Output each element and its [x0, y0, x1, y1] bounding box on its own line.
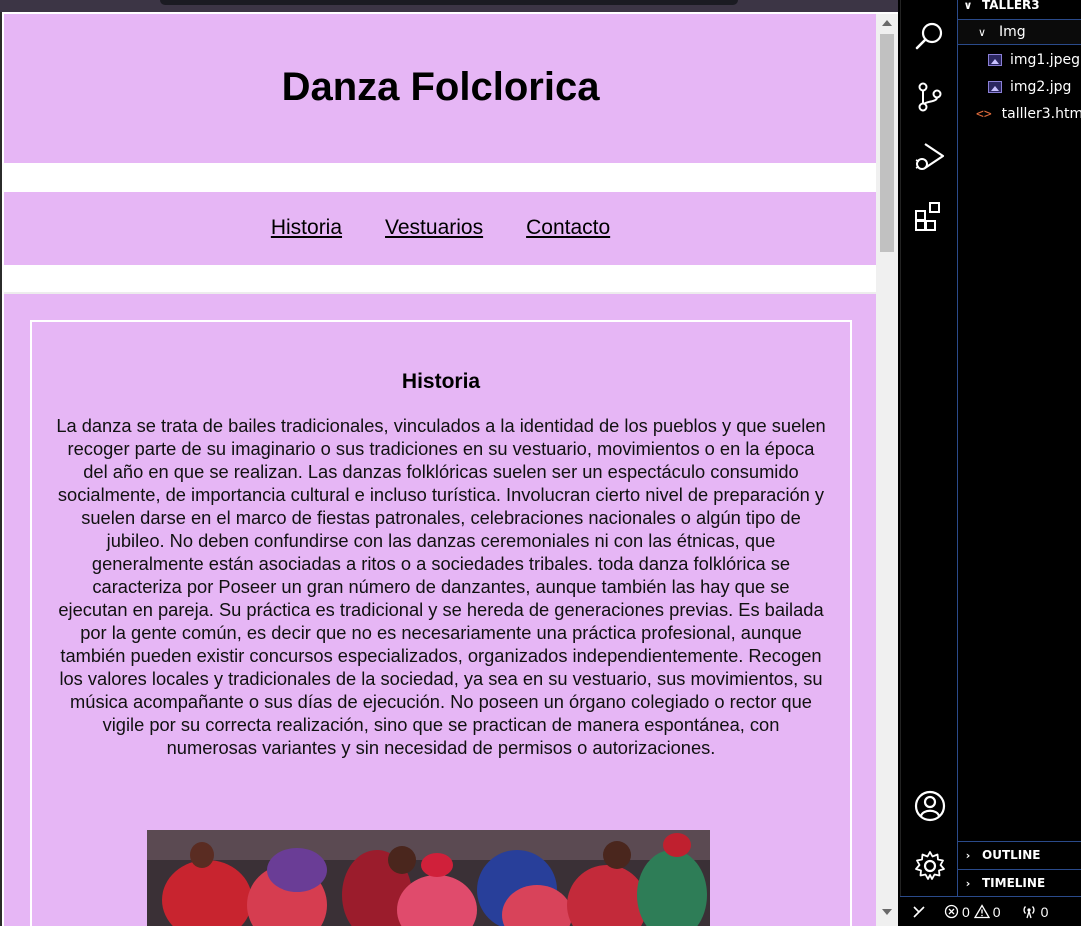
broadcast-icon [1023, 906, 1035, 919]
scroll-up-arrow-icon[interactable] [882, 20, 892, 26]
preview-scrollbar[interactable] [876, 14, 898, 926]
timeline-label: TIMELINE [982, 876, 1046, 890]
problems-indicator[interactable]: 0 0 [944, 904, 1001, 920]
remote-icon[interactable] [912, 905, 926, 919]
ports-count: 0 [1040, 903, 1049, 920]
settings-gear-icon[interactable] [913, 849, 947, 883]
explorer-sidebar: ∨ TALLER3 ∨ Img img1.jpeg img2.jpg <> ta… [958, 0, 1081, 896]
file-label: img1.jpeg [1010, 52, 1081, 68]
warning-icon [973, 904, 990, 919]
page-header: Danza Folclorica [4, 14, 877, 163]
dance-photo [147, 830, 710, 926]
title-bar-shape [160, 0, 738, 5]
section-title: Historia [401, 370, 481, 393]
nav-link-historia[interactable]: Historia [271, 216, 342, 240]
chevron-right-icon: › [965, 848, 971, 862]
error-count: 0 [962, 903, 970, 920]
ports-indicator[interactable]: 0 [1021, 903, 1049, 920]
section-paragraph: La danza se trata de bailes tradicionale… [56, 415, 826, 758]
file-label: img2.jpg [1010, 79, 1072, 95]
page-title: Danza Folclorica [281, 65, 600, 109]
file-img1[interactable]: img1.jpeg [958, 47, 1081, 73]
html-file-icon: <> [976, 106, 992, 122]
explorer-root-label: TALLER3 [982, 0, 1040, 12]
folder-label: Img [999, 24, 1026, 40]
chevron-down-icon: ∨ [963, 0, 973, 12]
nav-link-vestuarios[interactable]: Vestuarios [385, 216, 483, 240]
status-bar: 0 0 0 [900, 896, 1081, 926]
image-file-icon [988, 81, 1002, 93]
image-file-icon [988, 54, 1002, 66]
account-icon[interactable] [913, 789, 947, 823]
activity-bar [900, 0, 957, 896]
scroll-thumb[interactable] [880, 34, 894, 252]
error-icon [944, 904, 959, 919]
live-preview-pane: Danza Folclorica Historia Vestuarios Con… [0, 12, 898, 926]
historia-section: Historia La danza se trata de bailes tra… [30, 320, 852, 926]
scroll-down-arrow-icon[interactable] [882, 909, 892, 915]
folder-img[interactable]: ∨ Img [958, 19, 1081, 45]
run-debug-icon[interactable] [913, 140, 947, 174]
page-nav: Historia Vestuarios Contacto [4, 192, 877, 265]
main-content: Historia La danza se trata de bailes tra… [4, 294, 877, 926]
file-label: talller3.html [1001, 106, 1081, 122]
extensions-icon[interactable] [913, 200, 947, 234]
outline-panel-header[interactable]: › OUTLINE [958, 842, 1081, 868]
file-img2[interactable]: img2.jpg [958, 74, 1081, 100]
file-talller3-html[interactable]: <> talller3.html [958, 101, 1081, 127]
timeline-panel-header[interactable]: › TIMELINE [958, 870, 1081, 896]
chevron-right-icon: › [965, 876, 971, 890]
warning-count: 0 [992, 903, 1001, 920]
nav-link-contacto[interactable]: Contacto [526, 216, 610, 240]
explorer-root-folder[interactable]: ∨ TALLER3 [958, 0, 1081, 18]
source-control-icon[interactable] [913, 80, 947, 114]
outline-label: OUTLINE [982, 848, 1041, 862]
chevron-down-icon: ∨ [977, 25, 987, 39]
search-icon[interactable] [913, 19, 947, 53]
browser-top-strip [0, 0, 898, 12]
